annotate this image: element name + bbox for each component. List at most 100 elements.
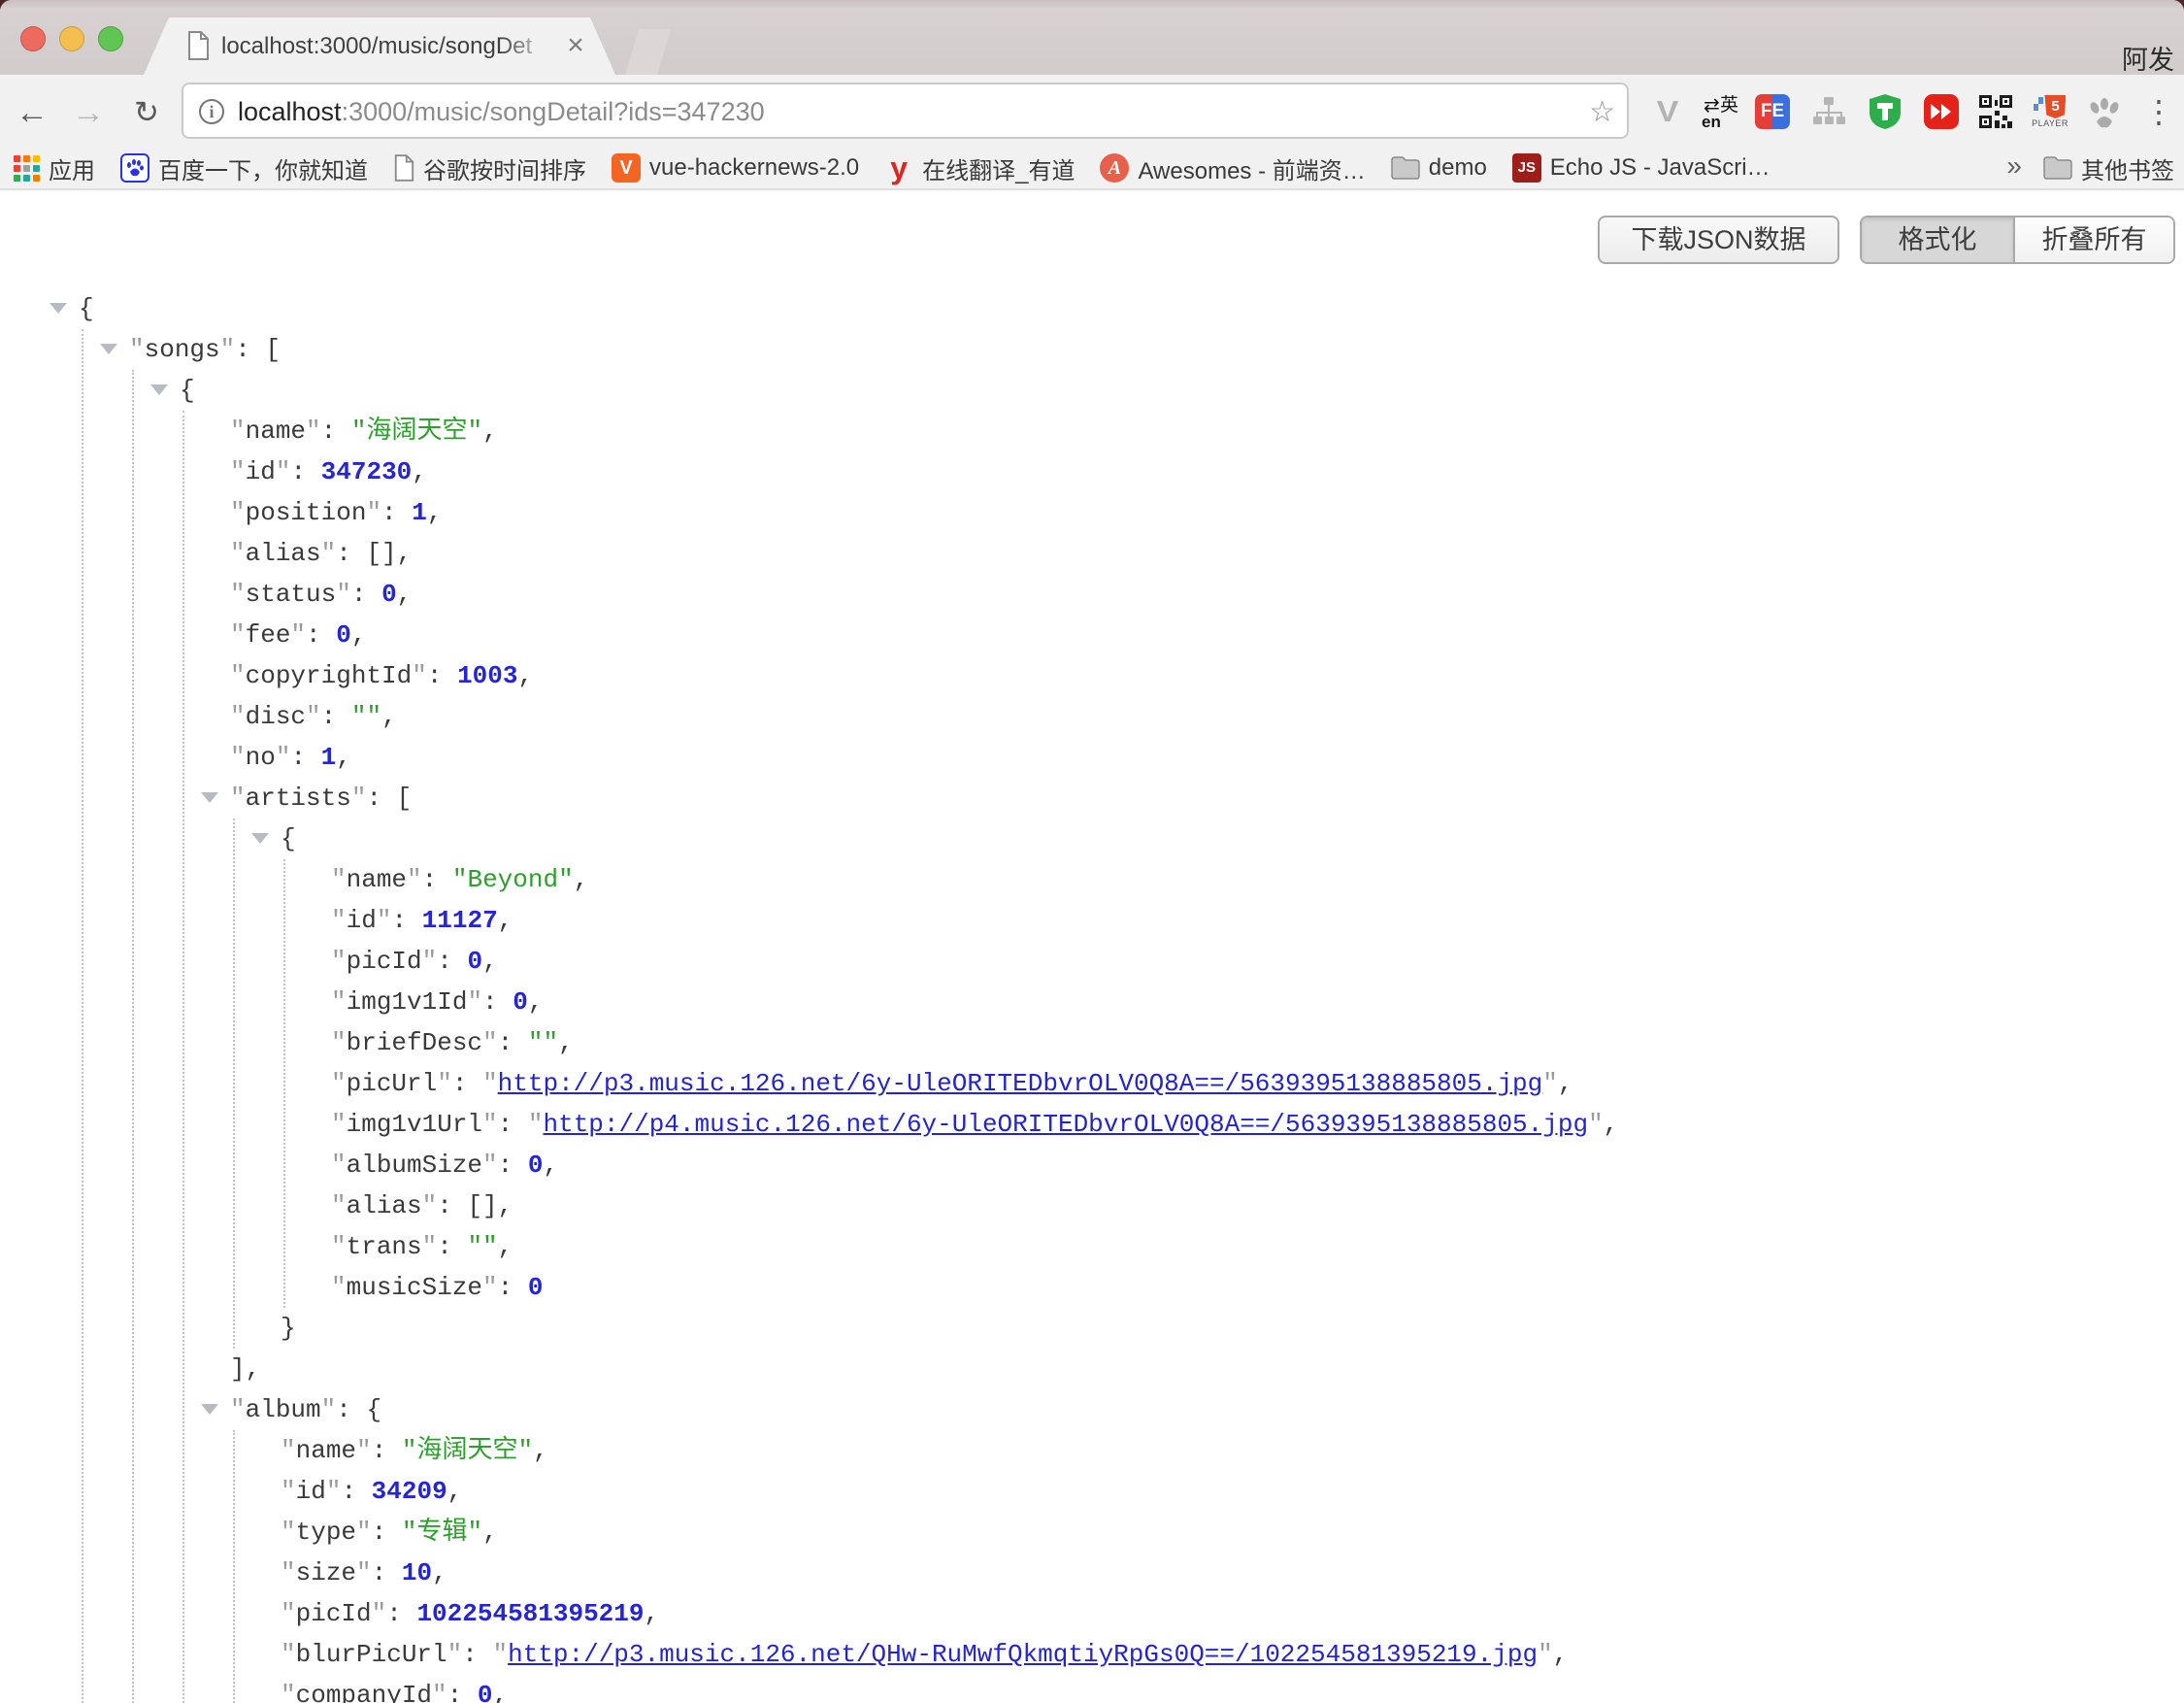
json-token-b: : { <box>336 1395 381 1424</box>
json-token-k: fee <box>246 620 291 650</box>
bookmark-other-folder[interactable]: 其他书签 <box>2043 151 2174 185</box>
translator-icon[interactable]: ⇄英en <box>1701 92 1739 131</box>
json-token-k: size <box>296 1558 356 1587</box>
json-line: "albumSize": 0, <box>331 1145 558 1185</box>
browser-toolbar: ← → ↻ i localhost:3000/music/songDetail?… <box>0 75 2184 148</box>
json-line: "blurPicUrl": "http://p3.music.126.net/Q… <box>281 1634 1568 1675</box>
qr-code-icon[interactable] <box>1976 92 2015 131</box>
json-token-n: 34209 <box>372 1477 447 1506</box>
html5-player-icon[interactable]: 5 PLAYER <box>2031 92 2069 131</box>
json-token-q: " <box>321 539 337 568</box>
json-token-k: img1v1Url <box>347 1110 482 1139</box>
json-line: "position": 1, <box>230 492 442 533</box>
json-token-q: " <box>482 1069 498 1098</box>
json-token-b: , <box>397 580 413 609</box>
fast-forward-icon[interactable] <box>1922 92 1961 131</box>
json-token-q: " <box>356 1518 372 1547</box>
json-token-s: "专辑" <box>402 1518 482 1547</box>
json-token-b: , <box>412 457 427 486</box>
json-token-b: , <box>1553 1640 1569 1669</box>
json-token-q: " <box>447 1640 463 1669</box>
bookmark-echojs[interactable]: JS Echo JS - JavaScri… <box>1512 153 1770 183</box>
json-token-q: " <box>306 702 321 731</box>
json-token-q: " <box>276 743 291 772</box>
bookmarks-overflow-icon[interactable]: » <box>2006 150 2022 182</box>
bookmark-google-sort[interactable]: 谷歌按时间排序 <box>393 151 586 185</box>
collapse-triangle-icon[interactable] <box>201 792 218 803</box>
json-token-q: " <box>230 580 246 609</box>
json-line: "name": "Beyond", <box>331 859 588 900</box>
json-token-b: : [], <box>336 539 412 568</box>
json-line: "album": { <box>230 1389 381 1430</box>
json-line: "picId": 0, <box>331 941 498 982</box>
browser-menu-icon[interactable]: ⋮ <box>2139 92 2178 131</box>
json-token-q: " <box>351 784 367 813</box>
close-window-button[interactable] <box>20 26 46 51</box>
browser-tab[interactable]: localhost:3000/music/songDet × <box>144 17 615 75</box>
fe-helper-icon[interactable]: FE <box>1753 92 1792 131</box>
site-tree-icon[interactable] <box>1809 92 1848 131</box>
json-line: "alias": [], <box>230 533 412 574</box>
json-token-q: " <box>422 1191 438 1220</box>
collapse-triangle-icon[interactable] <box>201 1404 218 1415</box>
window-profile-label: 阿发 <box>2122 39 2174 77</box>
tab-close-icon[interactable]: × <box>559 29 592 62</box>
json-link[interactable]: http://p3.music.126.net/6y-UleORITEDbvrO… <box>498 1069 1543 1098</box>
json-token-b: : <box>321 417 351 446</box>
bookmark-vue-hackernews[interactable]: V vue-hackernews-2.0 <box>612 153 859 183</box>
json-token-b: , <box>528 987 544 1017</box>
bookmark-awesomes[interactable]: A Awesomes - 前端资… <box>1100 151 1365 185</box>
collapse-triangle-icon[interactable] <box>50 303 67 314</box>
json-line: "disc": "", <box>230 696 397 737</box>
back-icon[interactable]: ← <box>11 91 53 134</box>
vue-devtools-icon[interactable]: V <box>1648 92 1687 131</box>
bookmark-baidu[interactable]: 百度一下，你就知道 <box>120 151 368 185</box>
bookmark-apps[interactable]: 应用 <box>14 151 95 185</box>
bookmark-star-icon[interactable]: ☆ <box>1589 95 1615 129</box>
apps-grid-icon <box>14 155 40 182</box>
json-token-q: " <box>331 1273 347 1302</box>
json-token-n: 0 <box>336 620 351 650</box>
new-tab-button[interactable] <box>625 29 671 75</box>
json-token-b: , <box>498 1232 513 1261</box>
json-token-k: type <box>296 1518 356 1547</box>
collapse-triangle-icon[interactable] <box>251 833 269 844</box>
forward-icon[interactable]: → <box>67 91 110 134</box>
json-token-b: , <box>336 743 351 772</box>
json-token-b: , <box>574 865 589 894</box>
shield-t-icon[interactable] <box>1866 92 1904 131</box>
collapse-triangle-icon[interactable] <box>100 344 117 354</box>
vue-icon: V <box>612 153 641 183</box>
json-line: "picUrl": "http://p3.music.126.net/6y-Ul… <box>331 1063 1572 1104</box>
bookmarks-bar: 应用 百度一下，你就知道 谷歌按时间排序 V vue-hackernews-2.… <box>0 148 2184 190</box>
zoom-window-button[interactable] <box>98 26 123 51</box>
awesomes-icon: A <box>1100 153 1129 183</box>
json-token-b: , <box>351 620 367 650</box>
bookmark-demo-folder[interactable]: demo <box>1391 154 1487 182</box>
json-line: "alias": [], <box>331 1185 513 1226</box>
json-link[interactable]: http://p4.music.126.net/6y-UleORITEDbvrO… <box>543 1110 1588 1139</box>
bookmark-youdao[interactable]: y 在线翻译_有道 <box>884 151 1075 185</box>
json-token-q: " <box>331 947 347 976</box>
json-line: "songs": [ <box>129 329 281 370</box>
reload-icon[interactable]: ↻ <box>125 91 168 134</box>
json-token-q: " <box>230 620 246 650</box>
minimize-window-button[interactable] <box>59 26 84 51</box>
json-line: } <box>281 1308 296 1349</box>
json-token-q: " <box>336 580 351 609</box>
json-token-n: 102254581395219 <box>416 1599 644 1628</box>
json-token-q: " <box>331 906 347 935</box>
indent-guide <box>182 411 184 1703</box>
json-token-b: : <box>341 1477 371 1506</box>
json-line: "id": 347230, <box>230 451 427 492</box>
json-token-k: id <box>347 906 377 935</box>
url-bar[interactable]: i localhost:3000/music/songDetail?ids=34… <box>182 83 1629 139</box>
page-info-icon[interactable]: i <box>199 99 224 124</box>
collapse-triangle-icon[interactable] <box>150 384 168 395</box>
json-token-b: { <box>79 294 94 323</box>
json-link[interactable]: http://p3.music.126.net/QHw-RuMwfQkmqtiy… <box>508 1640 1538 1669</box>
json-token-b: : <box>452 1069 482 1098</box>
json-token-s: "" <box>351 702 381 731</box>
paw-icon[interactable] <box>2085 92 2124 131</box>
json-token-k: album <box>246 1395 321 1424</box>
